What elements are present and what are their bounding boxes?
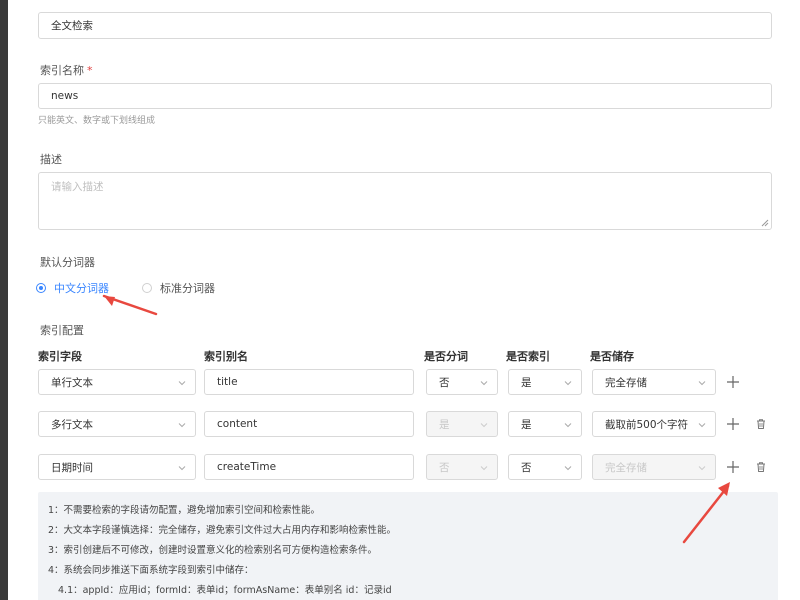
row2-tokenize-select: 是 — [426, 411, 498, 437]
chevron-down-icon — [480, 466, 488, 471]
row3-store-value: 完全存储 — [605, 461, 647, 474]
chevron-down-icon — [178, 466, 186, 471]
row1-field-select[interactable]: 单行文本 — [38, 369, 196, 395]
row1-index-value: 是 — [521, 376, 532, 389]
radio-selected-dot — [36, 283, 46, 293]
chevron-down-icon — [564, 466, 572, 471]
row1-tokenize-select[interactable]: 否 — [426, 369, 498, 395]
trash-icon[interactable] — [755, 418, 767, 430]
radio-chinese-tokenizer[interactable]: 中文分词器 — [36, 280, 109, 296]
row3-store-select: 完全存储 — [592, 454, 716, 480]
description-textarea[interactable]: 请输入描述 — [38, 172, 772, 230]
row3-tokenize-select: 否 — [426, 454, 498, 480]
row3-field-select[interactable]: 日期时间 — [38, 454, 196, 480]
note-line: 1：不需要检索的字段请勿配置，避免增加索引空间和检索性能。 — [48, 505, 321, 516]
notes-panel: 1：不需要检索的字段请勿配置，避免增加索引空间和检索性能。 2：大文本字段谨慎选… — [38, 492, 778, 600]
add-row-plus-icon[interactable] — [726, 417, 740, 431]
index-identity-input[interactable]: 全文检索 — [38, 12, 772, 39]
row3-alias-input[interactable]: createTime — [204, 454, 414, 480]
add-row-plus-icon[interactable] — [726, 375, 740, 389]
row2-field-select[interactable]: 多行文本 — [38, 411, 196, 437]
index-identity-value: 全文检索 — [51, 20, 93, 32]
index-name-input[interactable]: news — [38, 83, 772, 109]
row2-index-select[interactable]: 是 — [508, 411, 582, 437]
index-name-hint: 只能英文、数字或下划线组成 — [38, 116, 156, 126]
row2-alias-input[interactable]: content — [204, 411, 414, 437]
row3-tokenize-value: 否 — [439, 461, 450, 474]
tokenizer-label: 默认分词器 — [40, 256, 95, 269]
col-header-tokenize: 是否分词 — [424, 350, 468, 363]
row2-index-value: 是 — [521, 418, 532, 431]
resize-handle-icon[interactable] — [761, 219, 769, 227]
row3-index-select[interactable]: 否 — [508, 454, 582, 480]
row2-store-select[interactable]: 截取前500个字符 — [592, 411, 716, 437]
chevron-down-icon — [698, 423, 706, 428]
chevron-down-icon — [698, 381, 706, 386]
row1-index-select[interactable]: 是 — [508, 369, 582, 395]
chevron-down-icon — [178, 381, 186, 386]
annotation-arrow-plus — [682, 482, 730, 544]
row3-index-value: 否 — [521, 461, 532, 474]
index-form-page: 全文检索 索引名称 * news 只能英文、数字或下划线组成 描述 请输入描述 默… — [8, 0, 800, 600]
row1-store-select[interactable]: 完全存储 — [592, 369, 716, 395]
note-line: 4：系统会同步推送下面系统字段到索引中储存： — [48, 565, 254, 576]
annotation-arrow-tokenizer — [102, 294, 158, 316]
row3-field-value: 日期时间 — [51, 461, 93, 474]
row1-field-value: 单行文本 — [51, 376, 93, 389]
note-line: 4.1：appId：应用id；formId：表单id；formAsName：表单… — [58, 585, 392, 596]
chevron-down-icon — [564, 381, 572, 386]
trash-icon[interactable] — [755, 461, 767, 473]
chevron-down-icon — [564, 423, 572, 428]
description-label: 描述 — [40, 153, 62, 166]
col-header-store: 是否储存 — [590, 350, 634, 363]
col-header-alias: 索引别名 — [204, 350, 248, 363]
note-line: 2：大文本字段谨慎选择：完全储存，避免索引文件过大占用内存和影响检索性能。 — [48, 525, 397, 536]
row3-alias-value: createTime — [217, 461, 277, 473]
note-line: 3：索引创建后不可修改，创建时设置意义化的检索别名可方便构造检索条件。 — [48, 545, 378, 556]
col-header-field: 索引字段 — [38, 350, 82, 363]
row1-tokenize-value: 否 — [439, 376, 450, 389]
index-name-label: 索引名称 * — [40, 64, 93, 77]
row2-store-value: 截取前500个字符 — [605, 418, 689, 431]
index-name-value: news — [51, 90, 79, 102]
chevron-down-icon — [698, 466, 706, 471]
required-mark: * — [87, 64, 93, 77]
chevron-down-icon — [480, 381, 488, 386]
row1-alias-input[interactable]: title — [204, 369, 414, 395]
row1-store-value: 完全存储 — [605, 376, 647, 389]
row2-tokenize-value: 是 — [439, 418, 450, 431]
col-header-index: 是否索引 — [506, 350, 550, 363]
row1-alias-value: title — [217, 376, 238, 388]
add-row-plus-icon[interactable] — [726, 460, 740, 474]
row2-field-value: 多行文本 — [51, 418, 93, 431]
description-placeholder: 请输入描述 — [51, 181, 104, 193]
chevron-down-icon — [480, 423, 488, 428]
chevron-down-icon — [178, 423, 186, 428]
row2-alias-value: content — [217, 418, 258, 430]
index-config-label: 索引配置 — [40, 324, 84, 337]
